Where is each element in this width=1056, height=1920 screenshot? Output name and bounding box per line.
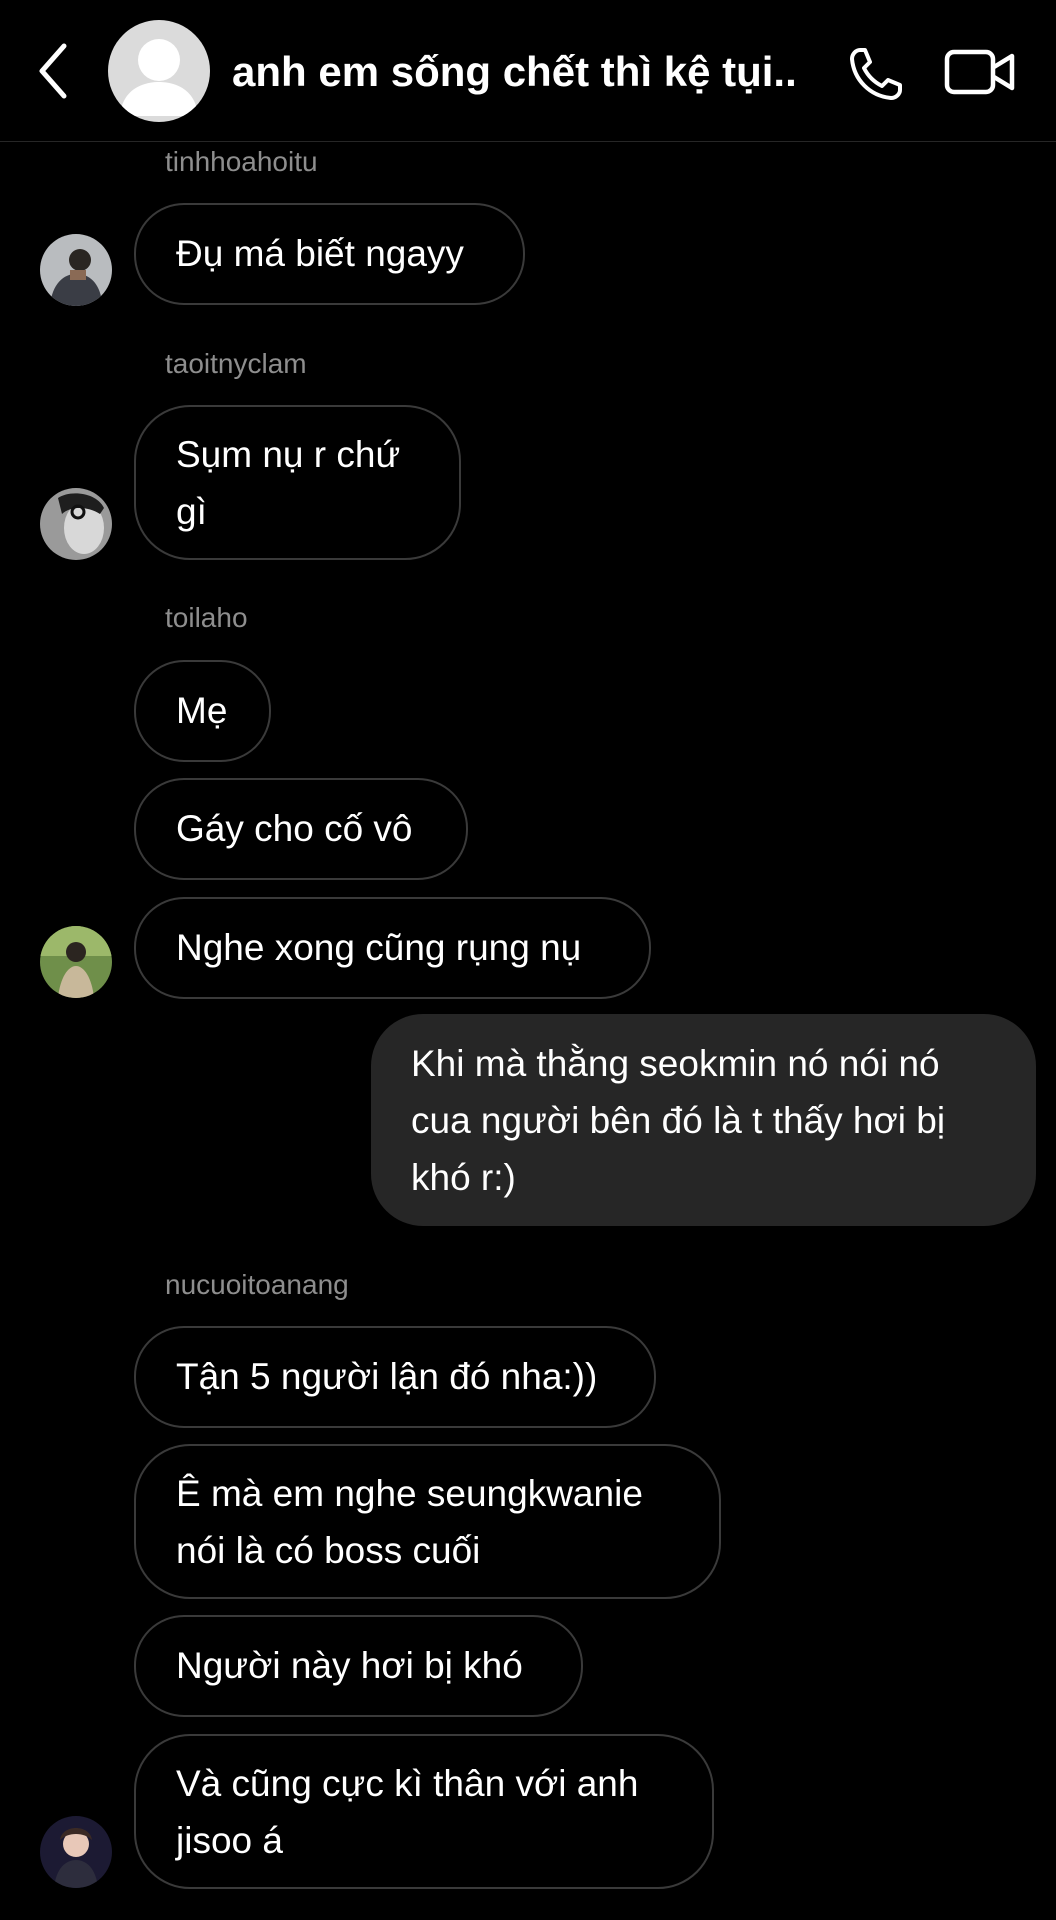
message-bubble[interactable]: Sụm nụ r chứ gì [134,405,461,560]
sender-avatar[interactable] [40,1816,112,1888]
sender-username: nucuoitoanang [165,1269,349,1300]
chat-header: anh em sống chết thì kệ tụi.. [0,0,1056,142]
back-chevron-icon[interactable] [34,40,74,102]
sender-avatar[interactable] [40,488,112,560]
user-silhouette-icon [120,39,198,116]
message-bubble[interactable]: Nghe xong cũng rụng nụ [134,897,651,999]
avatar-photo [40,488,112,560]
avatar-photo [40,234,112,306]
sender-avatar[interactable] [40,926,112,998]
message-text: Ê mà em nghe seungkwanie nói là có boss … [176,1472,643,1571]
video-camera-icon[interactable] [944,44,1016,100]
message-text: Gáy cho cố vô [176,808,413,849]
message-bubble[interactable]: Người này hơi bị khó [134,1615,583,1717]
phone-icon[interactable] [846,44,906,104]
message-text: Người này hơi bị khó [176,1645,523,1686]
message-bubble[interactable]: Tận 5 người lận đó nha:)) [134,1326,656,1428]
message-bubble[interactable]: Gáy cho cố vô [134,778,468,880]
group-avatar[interactable] [108,20,210,122]
message-bubble[interactable]: Đụ má biết ngayy [134,203,525,305]
sender-username: toilaho [165,602,248,633]
message-bubble[interactable]: Mẹ [134,660,271,762]
message-text: Khi mà thằng seokmin nó nói nó cua người… [411,1042,946,1198]
sender-avatar[interactable] [40,234,112,306]
message-text: Tận 5 người lận đó nha:)) [176,1356,598,1397]
message-text: Đụ má biết ngayy [176,233,464,274]
outgoing-message-bubble[interactable]: Khi mà thằng seokmin nó nói nó cua người… [371,1014,1036,1226]
sender-username: tinhhoahoitu [165,146,318,177]
message-bubble[interactable]: Và cũng cực kì thân với anh jisoo á [134,1734,714,1889]
sender-username: taoitnyclam [165,348,307,379]
message-text: Và cũng cực kì thân với anh jisoo á [176,1762,639,1861]
avatar-photo [40,1816,112,1888]
message-text: Sụm nụ r chứ gì [176,433,401,532]
avatar-photo [40,926,112,998]
message-text: Nghe xong cũng rụng nụ [176,927,582,968]
chat-title[interactable]: anh em sống chết thì kệ tụi.. [232,48,812,96]
message-bubble[interactable]: Ê mà em nghe seungkwanie nói là có boss … [134,1444,721,1599]
message-text: Mẹ [176,690,228,731]
